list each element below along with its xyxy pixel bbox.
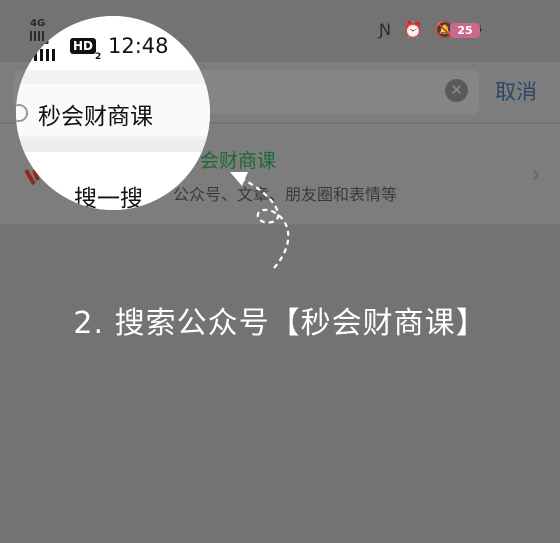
status-time: 12:48 [108, 34, 169, 58]
battery-icon: 25 [450, 23, 480, 38]
divider [16, 140, 210, 152]
magnified-signal-bars-icon [34, 49, 64, 61]
battery-indicator: 25 [450, 23, 480, 38]
result-title: 会财商课 [200, 150, 277, 172]
hd-badge: HD [70, 38, 97, 54]
search-label: 搜一搜 [74, 186, 143, 210]
search-query: 秒会财商课 [38, 104, 153, 130]
alarm-icon: ⏰ [402, 20, 423, 39]
chevron-right-icon: › [531, 160, 541, 188]
magnified-signal-label: 4G [34, 36, 50, 47]
hd-badge-sub: 2 [95, 52, 102, 62]
magnifier-callout: 4G HD 2 12:48 秒会财商课 搜一搜 [16, 16, 210, 210]
nfc-icon: Ɲ [379, 20, 391, 39]
cancel-button[interactable]: 取消 [495, 76, 537, 106]
clear-search-button[interactable]: ✕ [445, 79, 468, 102]
instruction-text: 2. 搜索公众号【秒会财商课】 [73, 306, 487, 341]
